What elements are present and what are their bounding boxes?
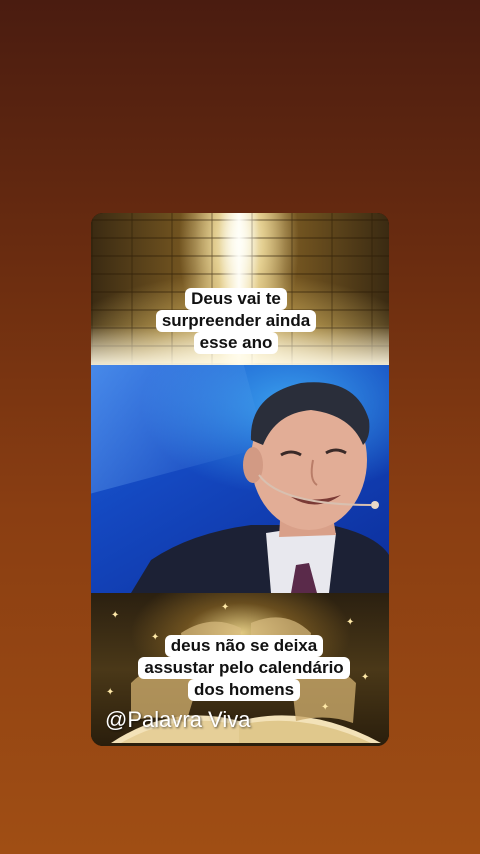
sparkle-icon: ✦	[221, 602, 230, 613]
caption-top-line-3: esse ano	[193, 332, 279, 354]
sparkle-icon: ✦	[111, 610, 120, 621]
speaker-figure	[131, 382, 389, 593]
sparkle-icon: ✦	[106, 687, 115, 698]
caption-bottom-line-1: deus não se deixa	[164, 635, 324, 657]
sparkle-icon: ✦	[361, 672, 370, 683]
sparkle-icon: ✦	[321, 702, 330, 713]
caption-bottom-line-2: assustar pelo calendário	[138, 657, 350, 679]
sparkle-icon: ✦	[346, 617, 355, 628]
caption-top: Deus vai te surpreender ainda esse ano	[153, 288, 319, 354]
caption-top-line-1: Deus vai te	[185, 288, 287, 310]
caption-bottom: deus não se deixa assustar pelo calendár…	[138, 635, 350, 701]
caption-bottom-line-3: dos homens	[187, 679, 301, 701]
caption-top-line-2: surpreender ainda	[155, 310, 317, 332]
speaker-image	[91, 365, 389, 593]
watermark-handle: @Palavra Viva	[105, 707, 251, 732]
